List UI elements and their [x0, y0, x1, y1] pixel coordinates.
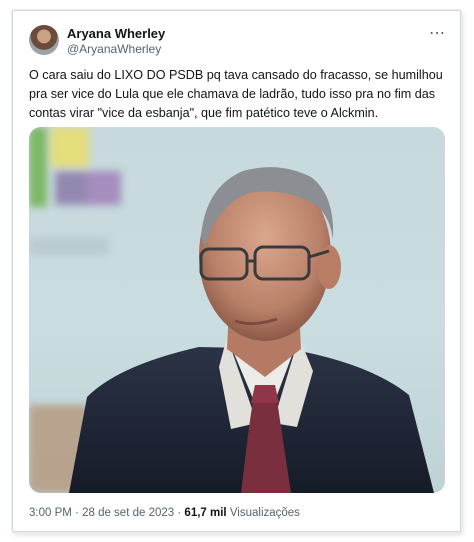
tweet-meta: 3:00 PM · 28 de set de 2023 · 61,7 mil V…	[29, 507, 300, 519]
photo-illustration	[29, 127, 434, 493]
tweet-text: O cara saiu do LIXO DO PSDB pq tava cans…	[29, 68, 443, 120]
views-label: Visualizações	[229, 507, 300, 519]
separator: ·	[75, 507, 79, 519]
views-count: 61,7 mil	[184, 507, 227, 519]
more-options-icon[interactable]: ⋯	[429, 23, 446, 43]
author-handle[interactable]: @AryanaWherley	[67, 42, 161, 56]
avatar[interactable]	[29, 25, 59, 55]
author-name[interactable]: Aryana Wherley	[67, 26, 165, 41]
tweet-date[interactable]: 28 de set de 2023	[82, 507, 174, 519]
separator: ·	[177, 507, 182, 519]
tweet-card: Aryana Wherley @AryanaWherley ⋯ O cara s…	[12, 10, 461, 532]
tweet-time[interactable]: 3:00 PM	[29, 507, 72, 519]
tweet-photo[interactable]	[29, 127, 445, 493]
